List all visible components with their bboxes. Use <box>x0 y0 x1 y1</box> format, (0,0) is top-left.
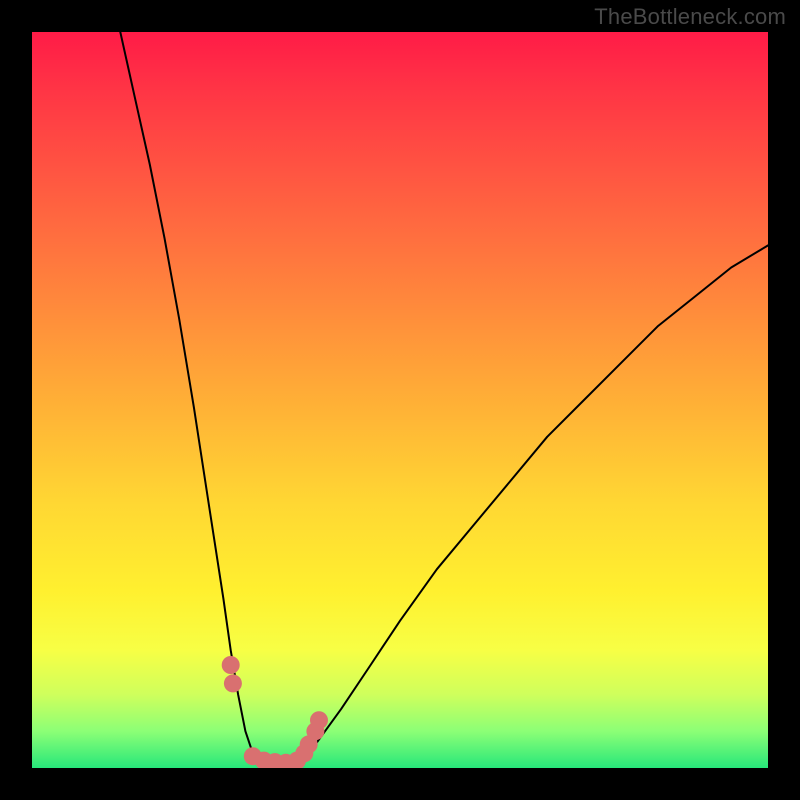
curve-group <box>120 32 768 764</box>
marker-point <box>224 674 242 692</box>
chart-svg <box>32 32 768 768</box>
marker-group <box>222 656 328 768</box>
plot-area <box>32 32 768 768</box>
chart-frame: TheBottleneck.com <box>0 0 800 800</box>
watermark-text: TheBottleneck.com <box>594 4 786 30</box>
marker-point <box>222 656 240 674</box>
marker-point <box>310 711 328 729</box>
bottleneck-curve <box>120 32 768 764</box>
